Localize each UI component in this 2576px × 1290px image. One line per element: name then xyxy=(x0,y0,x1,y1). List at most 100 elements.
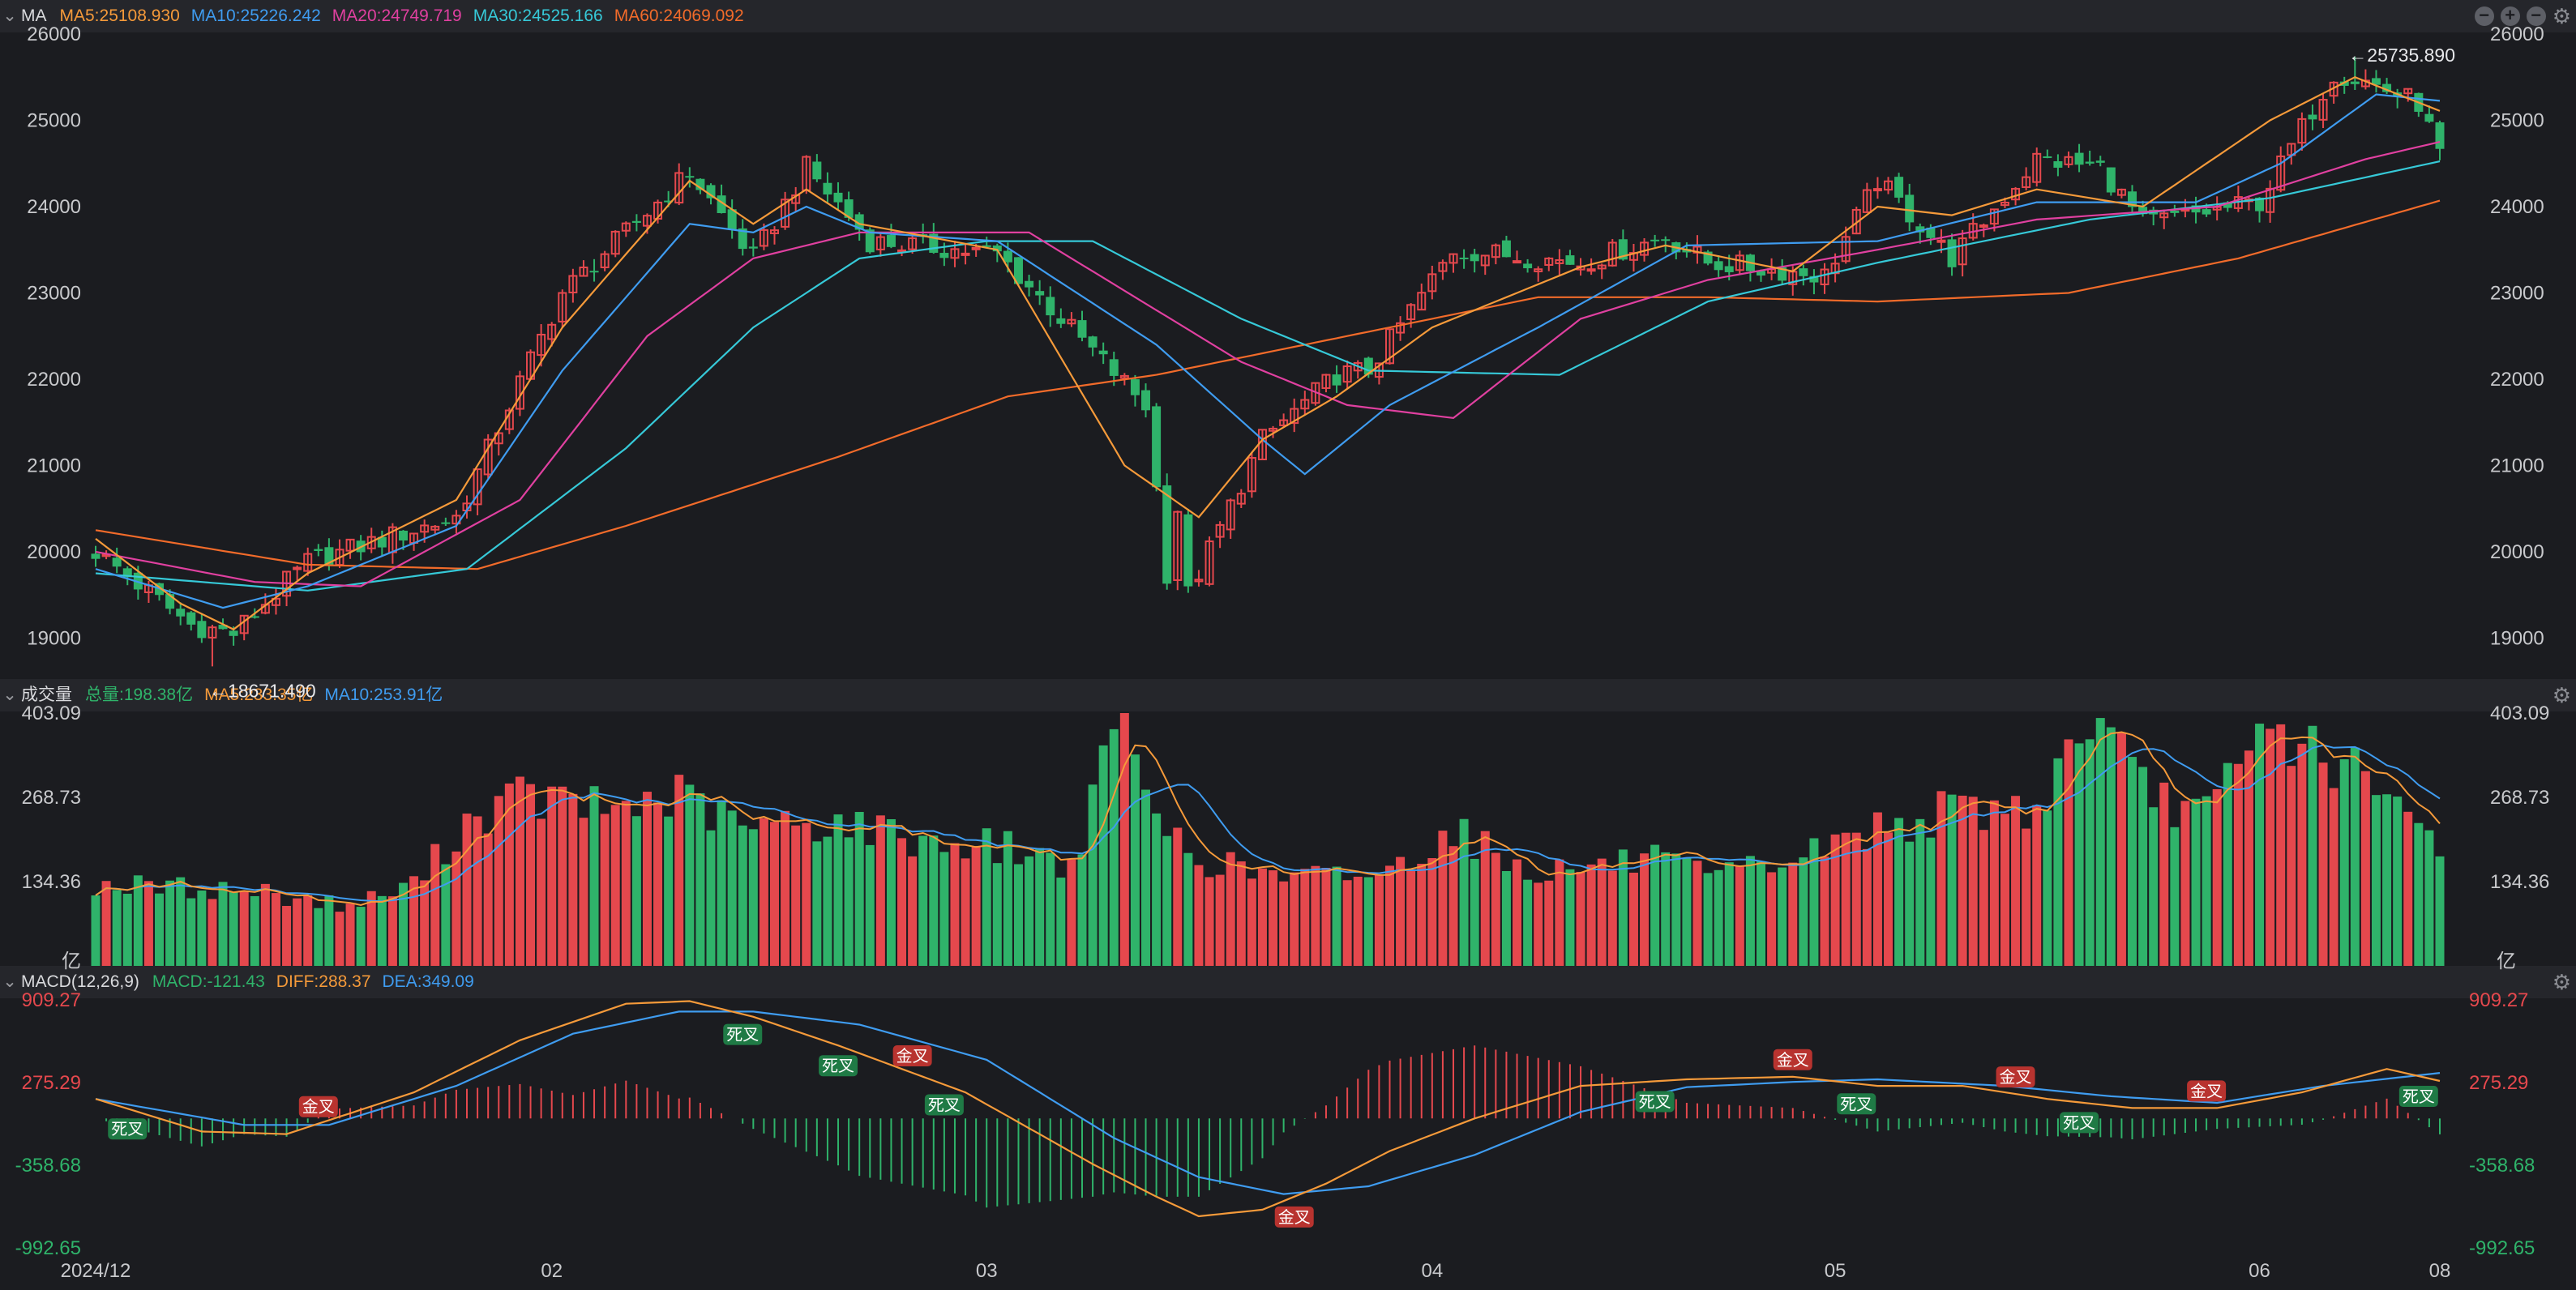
volume-bar xyxy=(2266,728,2275,966)
volume-bar xyxy=(695,793,705,966)
volume-bar xyxy=(1607,870,1617,966)
volume-bar xyxy=(1269,870,1278,966)
volume-bar xyxy=(282,906,292,966)
candle-body xyxy=(971,246,981,250)
volume-bar xyxy=(706,830,716,966)
volume-bar xyxy=(1628,872,1638,966)
candle-body xyxy=(441,522,451,524)
volume-bar xyxy=(1555,859,1564,966)
volume-bar xyxy=(2095,718,2105,966)
volume-bar xyxy=(547,786,557,966)
volume-bar xyxy=(356,907,366,966)
candle-body xyxy=(1501,240,1511,258)
macd-axis-tick-right: -358.68 xyxy=(2469,1155,2535,1177)
volume-axis-tick-right: 134.36 xyxy=(2490,871,2549,893)
candle-body xyxy=(1088,336,1098,348)
golden-cross-marker: 金叉 xyxy=(1996,1066,2035,1088)
candle-body xyxy=(1459,257,1469,259)
volume-bar xyxy=(1714,869,1723,966)
candle-body xyxy=(812,161,822,180)
volume-bar xyxy=(1173,827,1183,966)
volume-bar xyxy=(1947,794,1957,966)
volume-bar xyxy=(2255,724,2265,966)
volume-axis-tick-left: 268.73 xyxy=(22,787,81,809)
volume-bar xyxy=(314,908,323,966)
volume-bar xyxy=(1205,877,1214,966)
candle-body xyxy=(823,182,832,194)
candle-body xyxy=(1183,514,1193,587)
x-axis-label: 02 xyxy=(541,1260,563,1282)
candle-body xyxy=(1979,224,1988,229)
candle-body xyxy=(1162,485,1172,584)
stock-chart[interactable]: 26000 26000 25000 25000 24000 24000 23000 23000… xyxy=(0,0,2576,1290)
macd-axis-tick-right: 275.29 xyxy=(2469,1072,2528,1094)
volume-bar xyxy=(1077,854,1087,966)
volume-axis-tick-left: 403.09 xyxy=(22,703,81,724)
volume-bar xyxy=(2287,766,2296,966)
volume-bar xyxy=(186,898,196,966)
volume-bar xyxy=(2435,856,2445,966)
marker-label: 死叉 xyxy=(822,1057,854,1075)
candle-body xyxy=(685,176,695,178)
volume-bar xyxy=(1534,882,1543,966)
volume-bar xyxy=(324,895,334,966)
candle-body xyxy=(2350,81,2360,84)
volume-axis-tick-right: 403.09 xyxy=(2490,703,2549,724)
candle-body xyxy=(314,549,323,551)
volume-bar xyxy=(260,883,270,966)
marker-label: 金叉 xyxy=(2000,1068,2032,1087)
volume-bar xyxy=(2297,743,2307,966)
volume-bar xyxy=(1438,831,1448,966)
volume-bar xyxy=(1321,867,1331,966)
volume-bar xyxy=(589,786,599,966)
volume-bar xyxy=(2308,725,2317,966)
macd-axis-tick-right: 909.27 xyxy=(2469,989,2528,1011)
volume-bar xyxy=(345,903,355,966)
volume-unit-left: 亿 xyxy=(62,950,81,972)
volume-bar xyxy=(621,801,631,966)
price-axis-tick-left: 25000 xyxy=(27,109,81,131)
candle-body xyxy=(1724,266,1734,272)
volume-bar xyxy=(833,814,843,966)
volume-bar xyxy=(1236,861,1246,966)
marker-label: 金叉 xyxy=(896,1047,929,1066)
candles-group xyxy=(91,57,2445,667)
volume-bar xyxy=(1384,865,1394,966)
volume-bar xyxy=(1618,849,1628,966)
volume-bar xyxy=(929,835,939,966)
candle-body xyxy=(1872,188,1882,192)
volume-bar xyxy=(1290,872,1299,966)
ma5-line xyxy=(95,75,2441,631)
volume-bar xyxy=(664,816,674,966)
volume-bar xyxy=(950,843,960,966)
volume-bar xyxy=(727,810,737,966)
volume-bar xyxy=(101,881,111,966)
volume-bar xyxy=(2233,763,2243,966)
volume-bar xyxy=(1576,872,1585,966)
price-axis-tick-left: 24000 xyxy=(27,196,81,218)
volume-bar xyxy=(2011,796,2021,966)
volume-bar xyxy=(197,890,207,966)
volume-axis-tick-left: 134.36 xyxy=(22,871,81,893)
price-axis-tick-right: 23000 xyxy=(2490,282,2544,304)
candle-body xyxy=(748,246,758,249)
candle-body xyxy=(186,612,196,625)
marker-label: 死叉 xyxy=(1639,1093,1671,1111)
volume-bar xyxy=(939,852,949,966)
volume-bar xyxy=(1183,852,1193,966)
candle-body xyxy=(1714,261,1723,271)
volume-bar xyxy=(748,829,758,966)
volume-bar xyxy=(1098,745,1108,966)
marker-label: 金叉 xyxy=(302,1098,335,1117)
volume-bar xyxy=(1661,852,1671,966)
volume-bar xyxy=(1353,876,1363,966)
death-cross-marker: 死叉 xyxy=(819,1055,858,1077)
candle-body xyxy=(1152,406,1162,488)
volume-bar xyxy=(1778,867,1787,966)
ma30-line xyxy=(95,160,2441,592)
volume-bar xyxy=(982,828,991,966)
volume-bar xyxy=(823,836,832,966)
price-axis-tick-left: 20000 xyxy=(27,541,81,563)
volume-bar xyxy=(1046,852,1055,966)
volume-bar xyxy=(1692,861,1702,966)
